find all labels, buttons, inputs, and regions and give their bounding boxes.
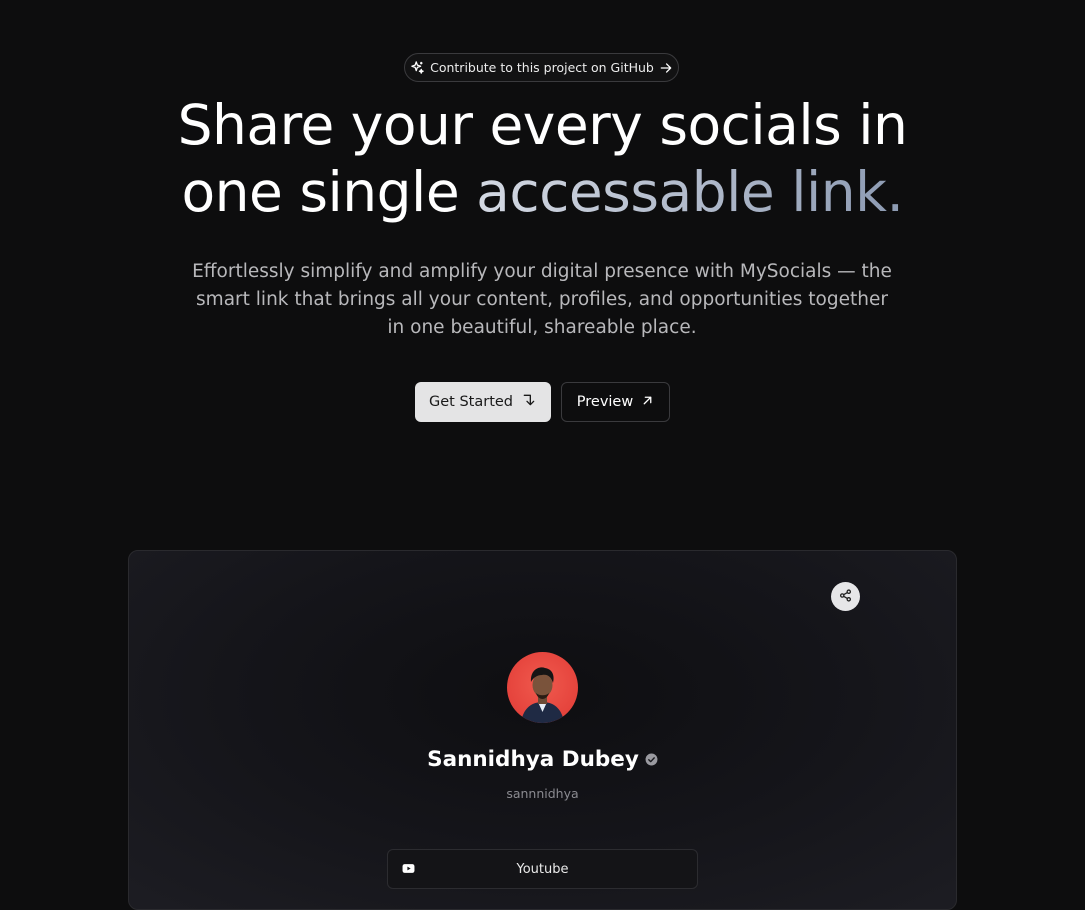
get-started-label: Get Started	[429, 394, 513, 410]
hero-subtitle: Effortlessly simplify and amplify your d…	[192, 261, 892, 338]
profile-name-row: Sannidhya Dubey	[129, 747, 956, 772]
preview-button[interactable]: Preview	[561, 382, 670, 422]
headline-line-1: Share your every socials in	[177, 93, 908, 157]
get-started-button[interactable]: Get Started	[415, 382, 551, 422]
github-contribute-link[interactable]: Contribute to this project on GitHub	[404, 53, 679, 82]
link-label: Youtube	[516, 861, 569, 877]
verified-badge-icon	[645, 747, 658, 772]
profile-name: Sannidhya Dubey	[427, 747, 639, 772]
share-button[interactable]	[831, 582, 860, 611]
headline-highlight: accessable link.	[476, 160, 904, 224]
github-contribute-label: Contribute to this project on GitHub	[430, 60, 654, 75]
profile-preview-card: Sannidhya Dubey sannnidhya Youtube	[128, 550, 957, 910]
sparkles-icon	[410, 60, 425, 75]
headline-line-2: one single	[181, 160, 477, 224]
arrow-up-right-icon	[641, 394, 654, 411]
youtube-icon	[402, 863, 415, 878]
profile-username: sannnidhya	[506, 786, 579, 801]
share-icon	[839, 587, 852, 606]
preview-label: Preview	[576, 394, 634, 410]
arrow-right-icon	[659, 61, 673, 75]
link-youtube[interactable]: Youtube	[387, 849, 698, 889]
arrow-corner-down-icon	[521, 392, 537, 412]
avatar	[507, 652, 578, 723]
hero-headline: Share your every socials in one single a…	[0, 92, 1085, 226]
